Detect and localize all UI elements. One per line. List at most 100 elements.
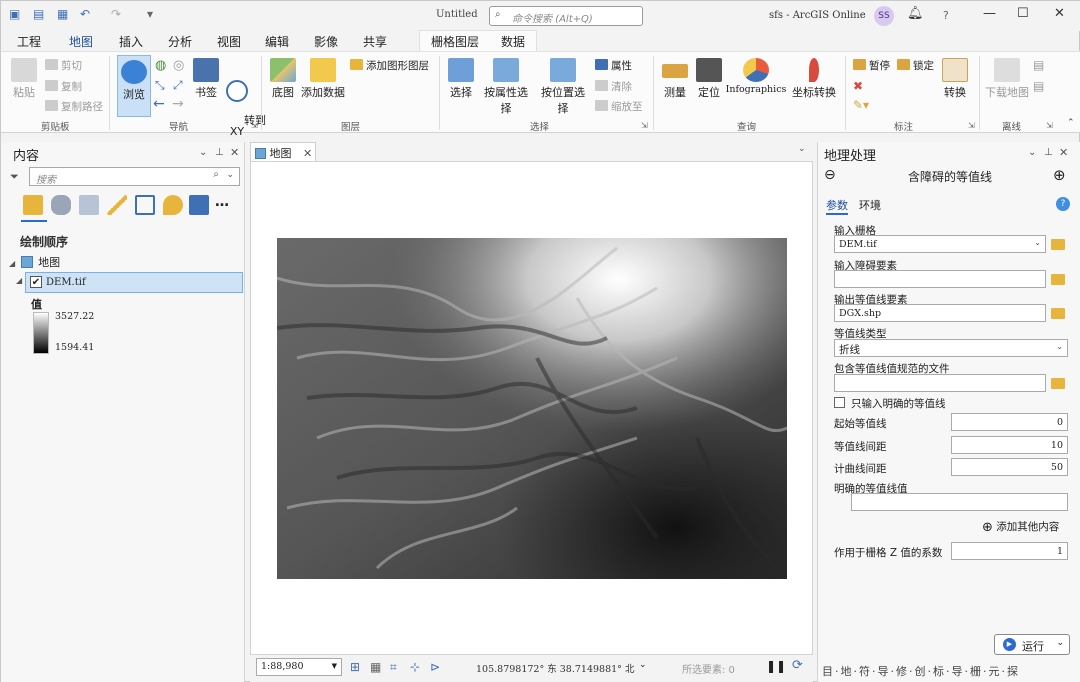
add-circle-icon[interactable]: ⊕	[1053, 166, 1066, 184]
open-project-icon[interactable]: ▤	[33, 7, 44, 21]
browse-folder-icon[interactable]	[1051, 308, 1065, 319]
browse-folder-icon[interactable]	[1051, 378, 1065, 389]
lock-labels-button[interactable]: 锁定	[897, 58, 934, 73]
tab-data[interactable]: 数据	[501, 33, 525, 50]
barrier-features-field[interactable]	[834, 270, 1046, 288]
collapse-ribbon-icon[interactable]: ⌃	[1067, 118, 1075, 128]
label-delete-icon[interactable]: ✖	[853, 79, 863, 93]
pane-menu-icon[interactable]: ⌄	[1028, 147, 1036, 158]
chevron-down-icon[interactable]: ⌄	[639, 660, 647, 670]
save-project-icon[interactable]: ▦	[57, 7, 68, 21]
snapping-icon[interactable]: ⌗	[390, 660, 397, 675]
paste-button[interactable]: 粘贴	[7, 58, 41, 100]
expand-triangle-icon[interactable]: ◢	[16, 276, 22, 285]
index-interval-field[interactable]: 50	[951, 458, 1068, 476]
copy-button[interactable]: 复制	[45, 79, 82, 94]
tab-list-chevron-icon[interactable]: ⌄	[798, 144, 806, 154]
help-icon[interactable]: ?	[1056, 197, 1070, 211]
tab-environments[interactable]: 环境	[859, 197, 881, 213]
zoom-out-icon[interactable]: ⤢	[173, 78, 183, 93]
measure-button[interactable]: 测量	[659, 58, 691, 100]
minimize-icon[interactable]: —	[983, 6, 996, 21]
attributes-button[interactable]: 属性	[595, 58, 632, 73]
sync-icon[interactable]: ▤	[1033, 58, 1044, 72]
expand-triangle-icon[interactable]: ◢	[9, 259, 15, 268]
add-graphics-layer-button[interactable]: 添加图形图层	[350, 58, 429, 73]
full-extent-icon[interactable]: ◍	[155, 58, 166, 73]
list-by-labeling-icon[interactable]	[163, 195, 183, 215]
close-icon[interactable]: ✕	[1054, 6, 1065, 21]
download-map-button[interactable]: 下载地图	[985, 58, 1029, 100]
pin-icon[interactable]: ⊥	[215, 147, 224, 158]
explicit-only-checkbox[interactable]	[834, 397, 845, 408]
grid-toggle-icon[interactable]: ⊞	[350, 660, 360, 674]
refresh-icon[interactable]: ⟳	[792, 658, 803, 673]
convert-labels-button[interactable]: 转换	[939, 58, 971, 100]
pane-menu-icon[interactable]: ⌄	[199, 147, 207, 158]
contour-type-select[interactable]: 折线 ⌄	[834, 339, 1068, 357]
more-options-icon[interactable]: …	[215, 194, 235, 214]
map-view-tab[interactable]: 地图 ✕	[250, 142, 316, 161]
map-canvas[interactable]	[250, 161, 813, 655]
select-by-location-button[interactable]: 按位置选择	[536, 58, 590, 116]
tab-map[interactable]: 地图	[69, 33, 94, 53]
dialog-launcher-icon[interactable]: ⇲	[1046, 121, 1053, 130]
customize-toolbar-icon[interactable]: ▾	[147, 7, 153, 21]
copy-path-button[interactable]: 复制路径	[45, 99, 103, 114]
input-raster-field[interactable]: DEM.tif ⌄	[834, 235, 1046, 253]
close-pane-icon[interactable]: ✕	[1059, 146, 1068, 159]
list-by-perspective-icon[interactable]	[189, 195, 209, 215]
remove-offline-icon[interactable]: ▤	[1033, 79, 1044, 93]
add-data-button[interactable]: 添加数据	[301, 58, 345, 100]
close-tab-icon[interactable]: ✕	[303, 147, 312, 160]
cut-button[interactable]: 剪切	[45, 58, 82, 73]
redo-icon[interactable]: ↷	[111, 7, 121, 21]
fixed-zoom-icon[interactable]: ◎	[173, 58, 184, 73]
list-by-editing-icon[interactable]	[107, 195, 127, 215]
map-tree-item[interactable]: ◢ 地图	[9, 254, 60, 270]
dialog-launcher-icon[interactable]: ⇲	[968, 121, 975, 130]
undo-icon[interactable]: ↶	[80, 7, 90, 21]
forward-arrow-icon[interactable]: →	[172, 96, 184, 112]
output-contour-field[interactable]: DGX.shp	[834, 304, 1046, 322]
list-by-data-source-icon[interactable]	[51, 195, 71, 215]
tab-project[interactable]: 工程	[17, 33, 41, 50]
close-pane-icon[interactable]: ✕	[230, 146, 239, 159]
tab-raster-layer[interactable]: 栅格图层	[431, 33, 479, 50]
new-project-icon[interactable]: ▣	[9, 7, 20, 21]
select-button[interactable]: 选择	[445, 58, 477, 100]
notification-bell-icon[interactable]: 🔔︎	[907, 6, 924, 21]
list-by-selection-icon[interactable]	[79, 195, 99, 215]
select-by-attributes-button[interactable]: 按属性选择	[479, 58, 533, 116]
pin-icon[interactable]: ⊥	[1044, 147, 1053, 158]
zoom-in-icon[interactable]: ⤡	[155, 78, 165, 93]
browse-folder-icon[interactable]	[1051, 239, 1065, 250]
maximize-icon[interactable]: ☐	[1017, 6, 1029, 21]
avatar[interactable]: SS	[874, 6, 894, 26]
dialog-launcher-icon[interactable]: ⇲	[641, 121, 648, 130]
convert-coordinates-button[interactable]: 坐标转换	[791, 58, 837, 100]
add-more-button[interactable]: ⊕ 添加其他内容	[982, 519, 1059, 535]
tab-imagery[interactable]: 影像	[314, 33, 338, 50]
navigation-tool-icon[interactable]: ⊳	[430, 660, 440, 674]
table-toggle-icon[interactable]: ▦	[370, 660, 381, 674]
base-contour-field[interactable]: 0	[951, 413, 1068, 431]
dialog-launcher-icon[interactable]: ⇲	[251, 121, 258, 130]
tab-insert[interactable]: 插入	[119, 33, 143, 50]
tab-edit[interactable]: 编辑	[265, 33, 289, 50]
locate-button[interactable]: 定位	[693, 58, 725, 100]
list-by-snapping-icon[interactable]	[135, 195, 155, 215]
basemap-button[interactable]: 底图	[267, 58, 299, 100]
clear-selection-button[interactable]: 清除	[595, 79, 632, 94]
browse-folder-icon[interactable]	[1051, 274, 1065, 285]
z-factor-field[interactable]: 1	[951, 542, 1068, 560]
help-icon[interactable]: ?	[943, 9, 949, 22]
contents-search-input[interactable]: 搜索 ⌕ ⌄	[29, 167, 240, 186]
label-options-icon[interactable]: ✎▾	[853, 98, 869, 112]
pane-switcher-tabs[interactable]: 目·地·符·导·修·创·标·导·栅·元·探	[818, 659, 1080, 682]
tab-share[interactable]: 共享	[363, 33, 387, 50]
pause-drawing-icon[interactable]: ❚❚	[766, 659, 786, 673]
command-search-input[interactable]: ⌕ 命令搜索 (Alt+Q)	[489, 6, 643, 26]
layer-visibility-checkbox[interactable]: ✔	[30, 276, 42, 288]
zoom-to-selection-button[interactable]: 缩放至	[595, 99, 643, 114]
